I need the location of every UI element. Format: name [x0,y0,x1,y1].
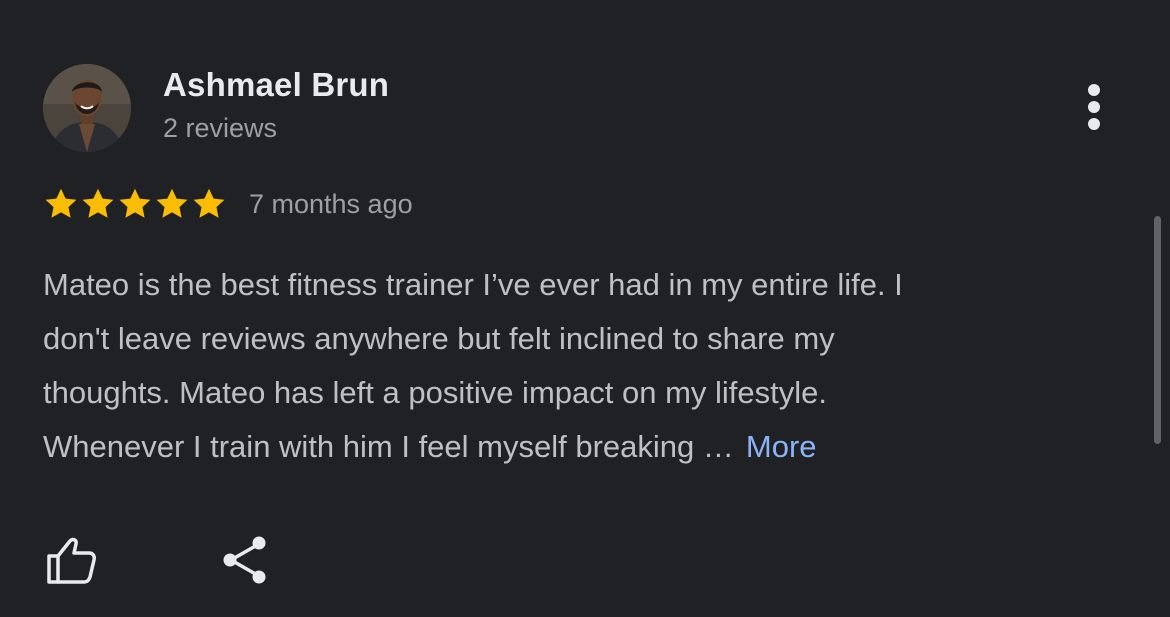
share-button[interactable] [219,533,271,587]
review-text: Mateo is the best fitness trainer I’ve e… [43,258,1123,474]
review-text-line: Mateo is the best fitness trainer I’ve e… [43,267,903,302]
more-vertical-icon-dot [1088,118,1100,130]
review-card: Ashmael Brun 2 reviews 7 months ago Mate… [0,0,1170,617]
author-review-count: 2 reviews [163,113,278,143]
review-text-line: Whenever I train with him I feel myself … [43,429,734,464]
avatar-photo-icon [43,64,131,152]
star-icon [154,186,190,222]
more-vertical-icon-dot [1088,84,1100,96]
star-icon [80,186,116,222]
more-options-button[interactable] [1076,82,1112,132]
star-icon [117,186,153,222]
thumbs-up-icon [47,537,96,584]
author-avatar[interactable] [43,64,131,152]
share-icon [223,536,266,584]
rating-row: 7 months ago [43,184,413,224]
more-link[interactable]: More [746,429,817,464]
review-date: 7 months ago [249,188,413,219]
review-text-line: thoughts. Mateo has left a positive impa… [43,375,827,410]
star-icon [43,186,79,222]
like-button[interactable] [44,533,100,587]
more-vertical-icon-dot [1088,101,1100,113]
star-icon [191,186,227,222]
star-rating [43,186,227,222]
review-text-line-last: Whenever I train with him I feel myself … [43,420,1123,474]
review-text-line: don't leave reviews anywhere but felt in… [43,321,835,356]
scrollbar[interactable] [1154,216,1161,444]
author-name[interactable]: Ashmael Brun [163,66,389,104]
